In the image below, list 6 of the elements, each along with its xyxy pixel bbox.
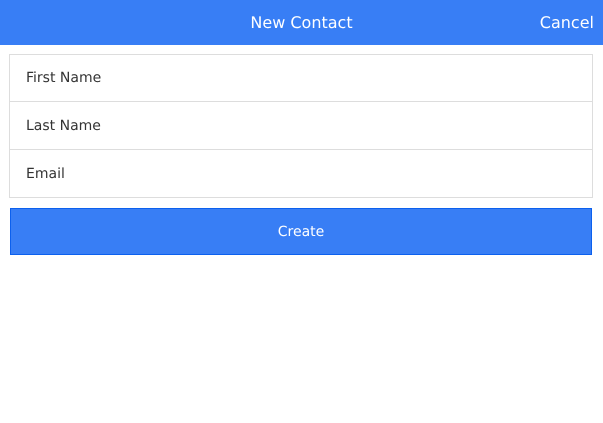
- input-field[interactable]: First Name: [9, 54, 593, 102]
- input-field[interactable]: Email: [9, 149, 593, 198]
- page-title: New Contact: [250, 13, 353, 32]
- input-field[interactable]: Last Name: [9, 101, 593, 150]
- create-button[interactable]: Create: [10, 208, 592, 255]
- cancel-button[interactable]: Cancel: [540, 0, 594, 45]
